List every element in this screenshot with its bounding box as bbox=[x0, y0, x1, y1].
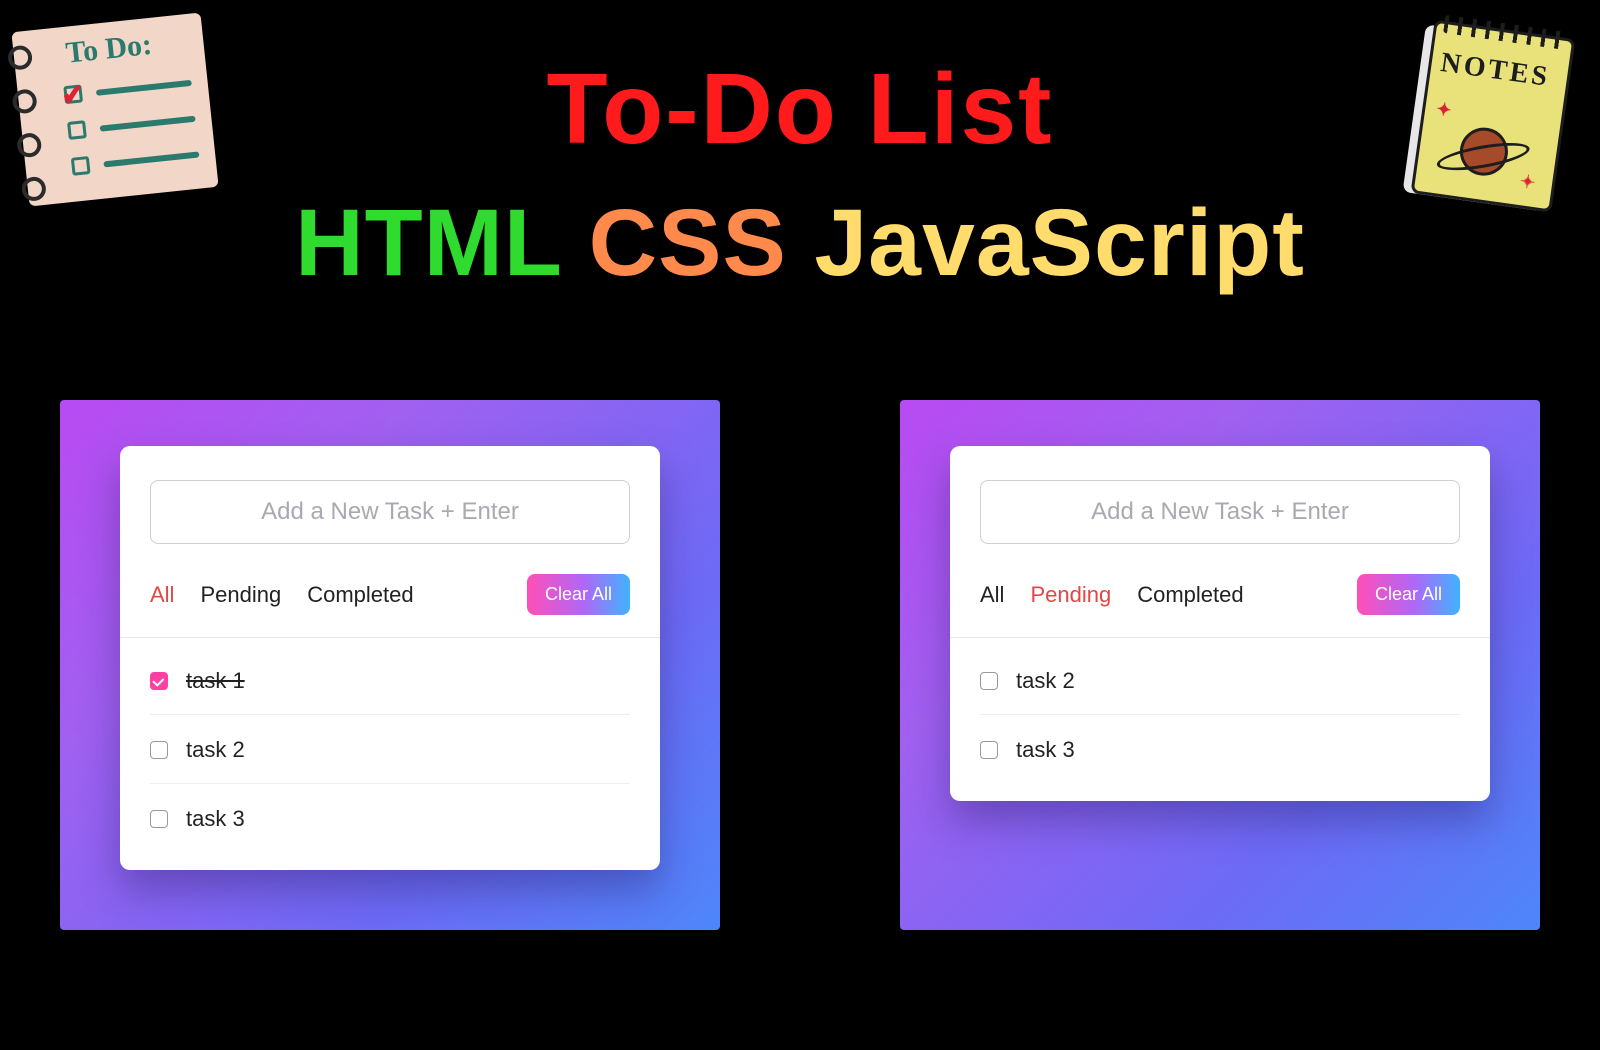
task-checkbox[interactable] bbox=[980, 741, 998, 759]
task-label: task 3 bbox=[186, 806, 245, 832]
tab-all[interactable]: All bbox=[150, 582, 174, 608]
tech-css: CSS bbox=[589, 190, 787, 296]
new-task-input[interactable] bbox=[980, 480, 1460, 544]
task-row: task 3 bbox=[150, 784, 630, 852]
task-row: task 2 bbox=[980, 646, 1460, 715]
task-checkbox[interactable] bbox=[150, 810, 168, 828]
tab-pending[interactable]: Pending bbox=[200, 582, 281, 608]
notes-notebook-icon: NOTES ✦✦ bbox=[1403, 18, 1576, 212]
app-preview-all: All Pending Completed Clear All task 1 t… bbox=[60, 400, 720, 930]
task-label: task 3 bbox=[1016, 737, 1075, 763]
clear-all-button[interactable]: Clear All bbox=[527, 574, 630, 615]
task-label: task 2 bbox=[186, 737, 245, 763]
tech-html: HTML bbox=[295, 190, 561, 296]
task-label: task 1 bbox=[186, 668, 245, 694]
tech-subtitle: HTML CSS JavaScript bbox=[0, 189, 1600, 298]
clear-all-button[interactable]: Clear All bbox=[1357, 574, 1460, 615]
task-row: task 3 bbox=[980, 715, 1460, 783]
todo-notepad-icon: To Do: ✔ bbox=[11, 13, 218, 207]
task-list: task 1 task 2 task 3 bbox=[150, 646, 630, 852]
divider bbox=[120, 637, 660, 638]
task-row: task 1 bbox=[150, 646, 630, 715]
tab-completed[interactable]: Completed bbox=[1137, 582, 1243, 608]
task-list: task 2 task 3 bbox=[980, 646, 1460, 783]
divider bbox=[950, 637, 1490, 638]
page-title: To-Do List bbox=[0, 52, 1600, 167]
tab-pending[interactable]: Pending bbox=[1030, 582, 1111, 608]
todo-card: All Pending Completed Clear All task 2 t… bbox=[950, 446, 1490, 801]
task-label: task 2 bbox=[1016, 668, 1075, 694]
tab-completed[interactable]: Completed bbox=[307, 582, 413, 608]
filter-tabs: All Pending Completed bbox=[150, 582, 414, 608]
filter-tabs: All Pending Completed bbox=[980, 582, 1244, 608]
tech-js: JavaScript bbox=[814, 190, 1305, 296]
app-preview-pending: All Pending Completed Clear All task 2 t… bbox=[900, 400, 1540, 930]
todo-card: All Pending Completed Clear All task 1 t… bbox=[120, 446, 660, 870]
task-checkbox[interactable] bbox=[150, 672, 168, 690]
task-row: task 2 bbox=[150, 715, 630, 784]
tab-all[interactable]: All bbox=[980, 582, 1004, 608]
task-checkbox[interactable] bbox=[150, 741, 168, 759]
new-task-input[interactable] bbox=[150, 480, 630, 544]
task-checkbox[interactable] bbox=[980, 672, 998, 690]
